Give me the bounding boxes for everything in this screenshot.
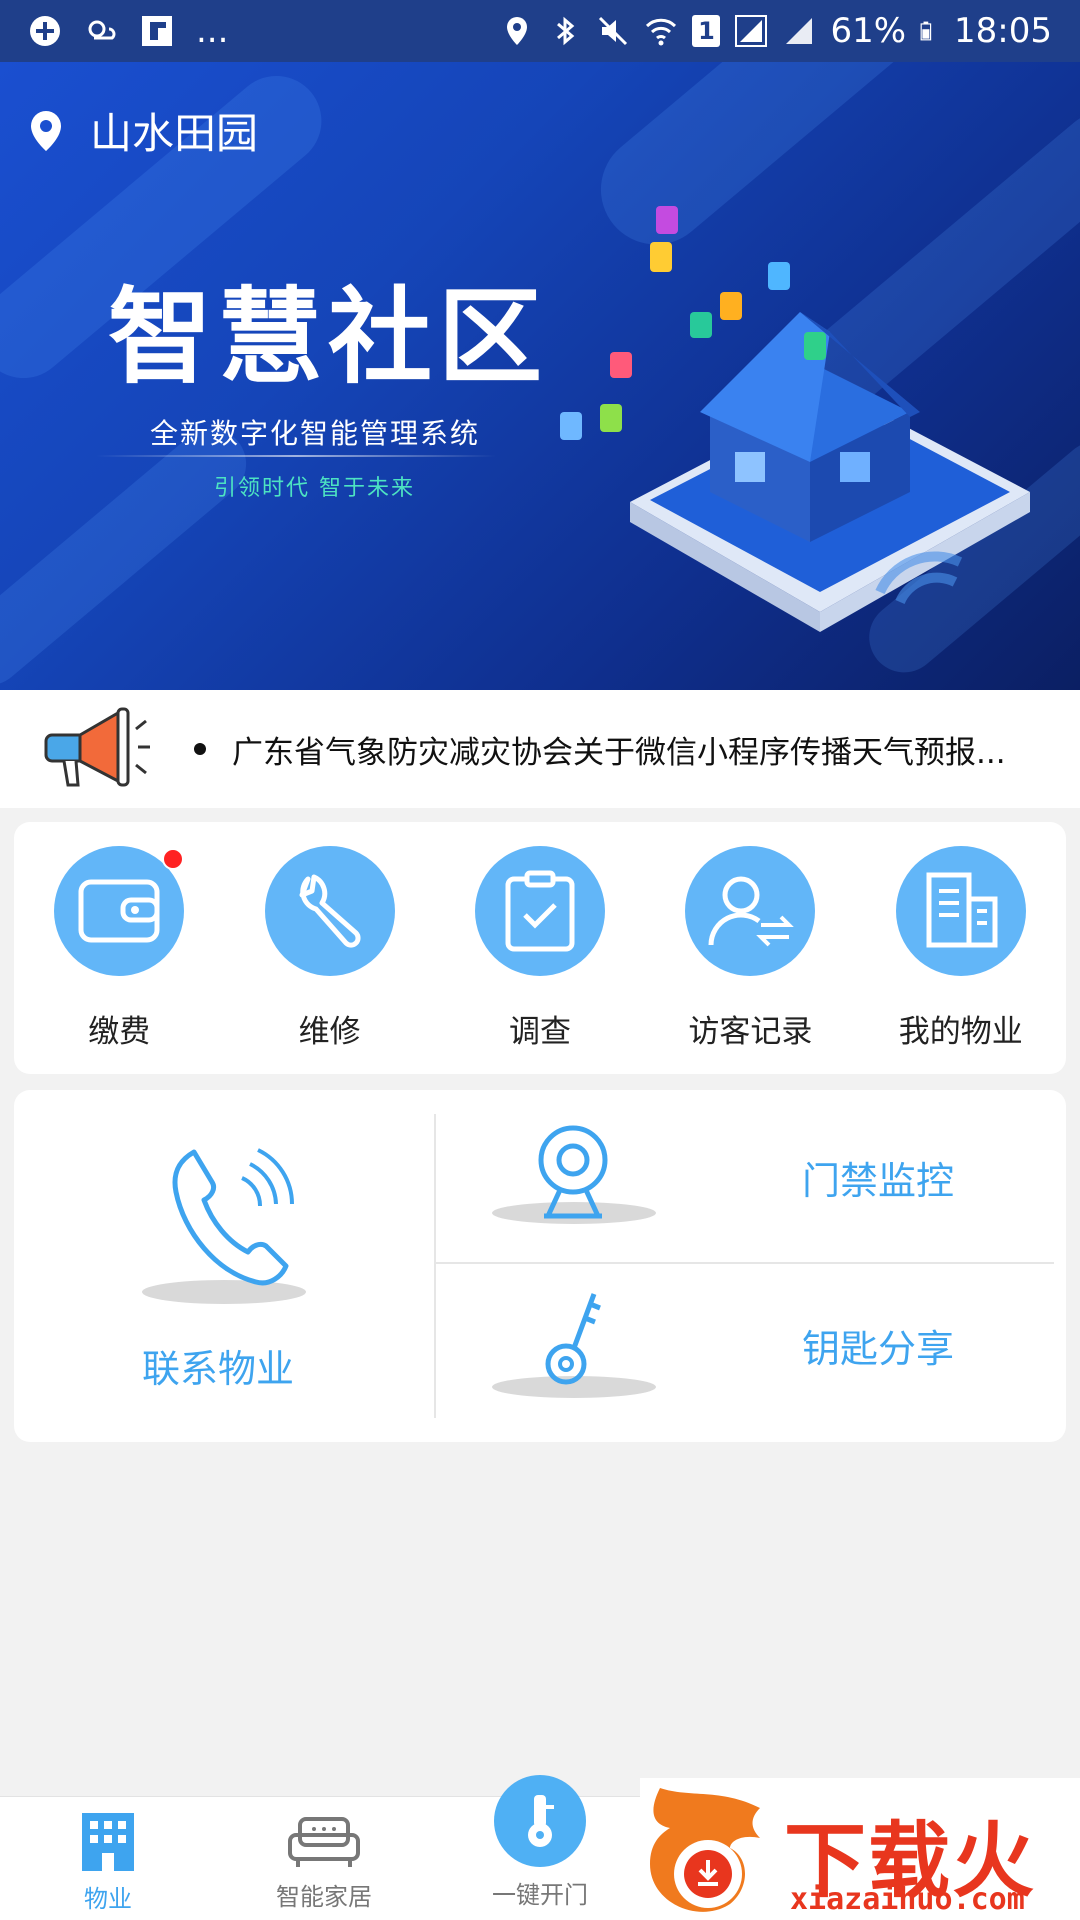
wallet-icon — [78, 879, 160, 943]
service-repair-label: 维修 — [298, 1014, 361, 1050]
key-icon — [545, 1293, 601, 1385]
game-icon — [30, 16, 60, 46]
banner-carousel[interactable]: 山水田园 智慧社区 全新数字化智能管理系统 引领时代 智于未来 — [0, 62, 1080, 690]
bluetooth-icon — [557, 16, 575, 46]
sim-icon: 1 — [692, 15, 721, 47]
weather-icon — [88, 20, 116, 40]
battery-icon — [920, 21, 932, 41]
notice-text[interactable]: 广东省气象防灾减灾协会关于微信小程序传播天气预报... — [232, 727, 1032, 772]
flame-logo-icon — [650, 1788, 760, 1912]
battery-level: 61% — [830, 11, 907, 51]
tab-smart-home-label: 智能家居 — [276, 1883, 372, 1911]
phone-icon — [172, 1148, 294, 1286]
wifi-icon — [646, 18, 677, 46]
service-property[interactable]: 我的物业 — [856, 822, 1066, 1074]
signal-icon — [735, 15, 768, 47]
notice-bullet — [194, 743, 206, 755]
key-share-label: 钥匙分享 — [802, 1327, 955, 1371]
service-survey[interactable]: 调查 — [435, 822, 645, 1074]
service-property-label: 我的物业 — [898, 1014, 1023, 1050]
watermark-url: xiazaihuo.com — [790, 1882, 1025, 1917]
service-pay-circle — [54, 846, 185, 976]
status-more: ... — [196, 11, 229, 51]
map-pin-icon — [31, 110, 61, 151]
flipboard-icon — [142, 16, 172, 46]
clipboard-icon — [505, 870, 575, 952]
service-visitor-circle — [685, 846, 816, 976]
notice-bar[interactable]: 广东省气象防灾减灾协会关于微信小程序传播天气预报... — [0, 690, 1080, 808]
service-pay-label: 缴费 — [88, 1014, 151, 1050]
access-control-button[interactable]: 门禁监控 — [436, 1090, 1066, 1260]
services-card: 缴费 维修 调查 访客记录 我的物业 — [14, 822, 1066, 1074]
sofa-icon — [288, 1817, 360, 1867]
tab-property[interactable]: 物业 — [0, 1797, 216, 1920]
smart-house-illustration — [560, 206, 1030, 632]
service-repair-circle — [264, 846, 395, 976]
building-tab-icon — [82, 1813, 134, 1871]
building-icon — [926, 872, 998, 948]
mute-icon — [599, 16, 628, 46]
wrench-icon — [299, 874, 361, 948]
divider-horizontal — [436, 1262, 1054, 1264]
quick-actions-card: 联系物业 门禁监控 钥匙分享 — [14, 1090, 1066, 1442]
status-bar: ... 1 61% 18:05 — [0, 0, 1080, 62]
tab-smart-home[interactable]: 智能家居 — [216, 1797, 432, 1920]
watermark-logo: 下载火 xiazaihuo.com — [640, 1778, 1080, 1920]
contact-property-button[interactable]: 联系物业 — [14, 1090, 434, 1442]
access-control-label: 门禁监控 — [802, 1159, 955, 1203]
signal2-icon — [786, 18, 813, 44]
banner-divider — [96, 455, 496, 457]
service-property-circle — [895, 846, 1026, 976]
visitor-icon — [708, 876, 795, 947]
service-pay[interactable]: 缴费 — [14, 822, 224, 1074]
tab-one-key-open[interactable]: 一键开门 — [432, 1797, 648, 1920]
tab-one-key-open-label: 一键开门 — [492, 1881, 588, 1909]
location-name: 山水田园 — [90, 109, 259, 158]
camera-icon — [538, 1125, 608, 1219]
banner-title: 智慧社区 — [108, 276, 549, 398]
banner-slogan: 引领时代 智于未来 — [214, 476, 415, 501]
notification-badge — [162, 848, 185, 870]
clock: 18:05 — [954, 11, 1052, 51]
service-visitor[interactable]: 访客记录 — [645, 822, 855, 1074]
key-share-button[interactable]: 钥匙分享 — [436, 1266, 1066, 1436]
location-icon — [507, 17, 528, 45]
service-repair[interactable]: 维修 — [224, 822, 434, 1074]
service-survey-label: 调查 — [508, 1014, 571, 1050]
service-visitor-label: 访客记录 — [688, 1014, 813, 1050]
banner-subtitle: 全新数字化智能管理系统 — [150, 417, 481, 450]
location-selector[interactable]: 山水田园 — [28, 100, 258, 161]
contact-property-label: 联系物业 — [142, 1347, 295, 1391]
tab-property-label: 物业 — [84, 1885, 132, 1913]
service-survey-circle — [474, 846, 605, 976]
megaphone-icon — [44, 707, 150, 787]
